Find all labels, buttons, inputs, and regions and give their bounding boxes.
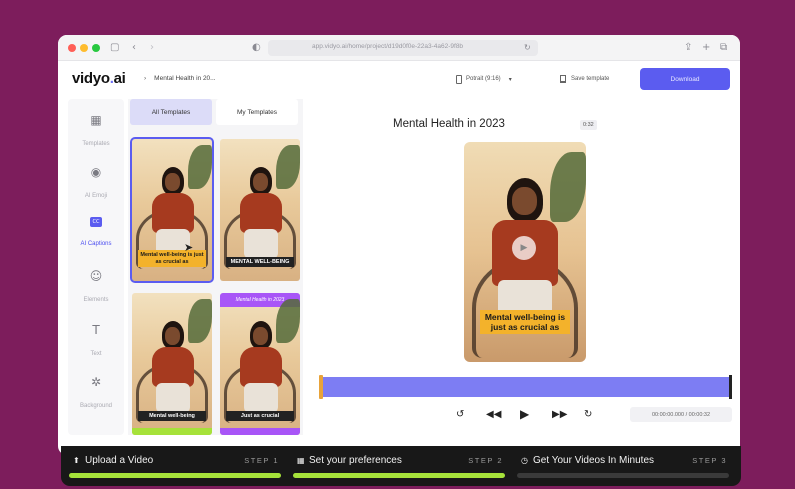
tool-rail: ▦ Templates ◉ AI Emoji CC AI Captions ☺ … bbox=[68, 99, 124, 435]
tool-label: Text bbox=[90, 351, 102, 357]
minimize-window-button[interactable] bbox=[80, 44, 88, 52]
maximize-window-button[interactable] bbox=[92, 44, 100, 52]
step-label: Set your preferences bbox=[309, 455, 402, 466]
tool-text[interactable]: T Text bbox=[68, 323, 124, 360]
template-tabs: All Templates My Templates bbox=[128, 99, 303, 127]
template-card[interactable]: MENTAL WELL-BEING bbox=[220, 139, 300, 281]
save-template-button[interactable]: Save template bbox=[560, 71, 609, 87]
timeline-end-handle[interactable] bbox=[729, 375, 732, 399]
template-card[interactable]: Mental Health in 2023 Just as crucial bbox=[220, 293, 300, 435]
step-progress-fill bbox=[293, 473, 505, 478]
share-icon[interactable]: ⇪ bbox=[684, 41, 692, 55]
skip-back-icon[interactable]: ◀◀ bbox=[486, 409, 501, 421]
upload-icon: ⬆ bbox=[73, 456, 80, 465]
breadcrumb-arrow-icon: › bbox=[144, 75, 147, 82]
tab-my-templates[interactable]: My Templates bbox=[216, 99, 298, 125]
breadcrumb[interactable]: › Mental Health in 20... bbox=[144, 75, 216, 82]
browser-toolbar: ▢ ‹ › ◐ app.vidyo.ai/home/project/d19d0f… bbox=[58, 35, 740, 61]
bookmark-icon bbox=[560, 75, 566, 83]
template-color-strip bbox=[220, 428, 300, 435]
tool-label: Templates bbox=[82, 141, 110, 147]
forward-arrow-icon[interactable]: › bbox=[150, 41, 154, 55]
shield-icon[interactable]: ◐ bbox=[252, 41, 261, 55]
step-progress bbox=[69, 473, 281, 478]
timeline-start-handle[interactable] bbox=[319, 375, 323, 399]
save-template-label: Save template bbox=[571, 76, 610, 82]
template-caption: MENTAL WELL-BEING bbox=[226, 256, 294, 267]
video-preview[interactable]: ▶ Mental well-being is just as crucial a… bbox=[464, 142, 586, 362]
template-caption: Just as crucial bbox=[226, 410, 294, 421]
grid-icon: ▦ bbox=[297, 456, 305, 465]
phone-icon bbox=[456, 74, 462, 84]
format-dropdown[interactable]: Potrait (9:16) ▾ bbox=[456, 71, 532, 87]
step-number: STEP 3 bbox=[692, 456, 727, 465]
elements-icon: ☺ bbox=[89, 269, 103, 283]
close-window-button[interactable] bbox=[68, 44, 76, 52]
new-tab-icon[interactable]: + bbox=[702, 41, 710, 55]
tool-ai-captions[interactable]: CC AI Captions bbox=[68, 217, 124, 250]
steps-bar: ⬆ Upload a Video STEP 1 ▦ Set your prefere… bbox=[61, 446, 741, 486]
tool-elements[interactable]: ☺ Elements bbox=[68, 269, 124, 306]
tool-label: Elements bbox=[83, 297, 109, 303]
rewind-icon[interactable]: ↺ bbox=[456, 409, 464, 421]
url-text: app.vidyo.ai/home/project/d19d0f0e-22a3-… bbox=[312, 43, 464, 50]
chevron-down-icon: ▾ bbox=[508, 76, 512, 83]
template-caption: Mental well-being is just as crucial as bbox=[138, 250, 206, 267]
template-card[interactable]: Mental well-being bbox=[132, 293, 212, 435]
text-icon: T bbox=[92, 323, 100, 337]
timecode-display: 00:00:00.000 / 00:00:32 bbox=[630, 407, 732, 422]
play-overlay-icon[interactable]: ▶ bbox=[512, 236, 536, 260]
captions-icon: CC bbox=[90, 217, 102, 227]
step-progress bbox=[517, 473, 729, 478]
step-progress bbox=[293, 473, 505, 478]
step-label: Get Your Videos In Minutes bbox=[533, 455, 655, 466]
play-icon[interactable]: ▶ bbox=[520, 408, 529, 420]
tabs-overview-icon[interactable]: ⧉ bbox=[720, 41, 727, 55]
tool-ai-emoji[interactable]: ◉ AI Emoji bbox=[68, 165, 124, 202]
template-caption: Mental well-being bbox=[138, 410, 206, 421]
breadcrumb-project: Mental Health in 20... bbox=[154, 75, 216, 82]
preview-title: Mental Health in 2023 bbox=[393, 118, 505, 130]
step-number: STEP 1 bbox=[244, 456, 279, 465]
logo-suffix: ai bbox=[113, 70, 126, 87]
emoji-icon: ◉ bbox=[90, 165, 102, 179]
forward-icon[interactable]: ↻ bbox=[584, 409, 592, 421]
address-bar[interactable]: app.vidyo.ai/home/project/d19d0f0e-22a3-… bbox=[268, 40, 538, 56]
duration-badge: 0:32 bbox=[580, 120, 597, 130]
background-icon: ✲ bbox=[90, 375, 102, 389]
mouse-cursor-icon: ➤ bbox=[184, 241, 194, 254]
step-progress-fill bbox=[69, 473, 281, 478]
tool-label: Background bbox=[79, 403, 113, 409]
skip-forward-icon[interactable]: ▶▶ bbox=[552, 409, 567, 421]
vidyo-logo[interactable]: vidyo.ai bbox=[72, 70, 126, 87]
step-number: STEP 2 bbox=[468, 456, 503, 465]
templates-panel: All Templates My Templates Mental well-b… bbox=[128, 99, 303, 435]
step-label: Upload a Video bbox=[85, 455, 154, 466]
step-upload: ⬆ Upload a Video STEP 1 bbox=[65, 446, 285, 486]
template-color-strip bbox=[132, 428, 212, 435]
tool-label: AI Emoji bbox=[84, 193, 108, 199]
template-icon: ▦ bbox=[90, 113, 102, 127]
format-label: Potrait (9:16) bbox=[466, 76, 501, 82]
tool-templates[interactable]: ▦ Templates bbox=[68, 113, 124, 150]
reload-icon[interactable]: ↻ bbox=[524, 41, 531, 55]
tool-label: AI Captions bbox=[80, 241, 112, 247]
back-arrow-icon[interactable]: ‹ bbox=[132, 41, 136, 55]
app-header: vidyo.ai › Mental Health in 20... Potrait… bbox=[58, 61, 740, 97]
tab-all-templates[interactable]: All Templates bbox=[130, 99, 212, 125]
download-button[interactable]: Download bbox=[640, 68, 730, 90]
step-preferences: ▦ Set your preferences STEP 2 bbox=[289, 446, 509, 486]
step-get-videos: ◷ Get Your Videos In Minutes STEP 3 bbox=[513, 446, 733, 486]
logo-text: vidyo bbox=[72, 70, 110, 87]
template-card[interactable]: Mental well-being is just as crucial as bbox=[130, 137, 214, 283]
preview-caption: Mental well-being is just as crucial as bbox=[480, 310, 570, 334]
timeline-track[interactable] bbox=[320, 377, 732, 397]
clock-icon: ◷ bbox=[521, 456, 528, 465]
tool-background[interactable]: ✲ Background bbox=[68, 375, 124, 412]
sidebar-toggle-icon[interactable]: ▢ bbox=[110, 41, 119, 55]
